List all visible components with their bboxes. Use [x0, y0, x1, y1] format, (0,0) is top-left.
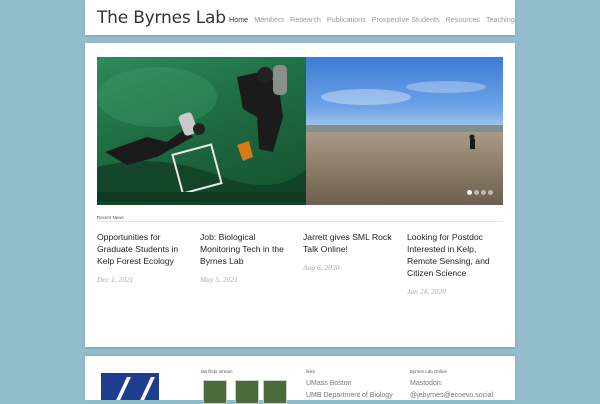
site-title[interactable]: The Byrnes Lab	[97, 8, 226, 28]
nav-resources[interactable]: Resources	[446, 15, 480, 24]
post-date: Jan 24, 2020	[407, 287, 446, 296]
nav-members[interactable]: Members	[254, 15, 284, 24]
image-slider[interactable]	[97, 57, 503, 205]
main-content: Recent News Opportunities for Graduate S…	[85, 43, 515, 347]
divers-illustration	[97, 65, 306, 205]
post-date: Dec 1, 2021	[97, 275, 134, 284]
umass-logo[interactable]	[101, 373, 159, 400]
site-footer: lab flickr stream links UMass Boston UMB…	[85, 356, 515, 404]
links-heading: links	[306, 369, 316, 374]
news-post: Job: Biological Monitoring Tech in the B…	[200, 231, 296, 284]
post-date: Aug 6, 2020	[303, 263, 340, 272]
post-title[interactable]: Looking for Postdoc Interested in Kelp, …	[407, 231, 503, 279]
post-title[interactable]: Job: Biological Monitoring Tech in the B…	[200, 231, 296, 267]
slider-dot[interactable]	[467, 190, 472, 195]
beach-photo	[306, 57, 503, 205]
news-post: Opportunities for Graduate Students in K…	[97, 231, 193, 284]
flickr-thumbnail[interactable]	[203, 380, 227, 404]
slider-dots	[467, 190, 493, 195]
link-umb-biology[interactable]: UMB Department of Biology	[306, 392, 393, 399]
news-post: Looking for Postdoc Interested in Kelp, …	[407, 231, 503, 296]
site-header: The Byrnes Lab Home Members Research Pub…	[85, 0, 515, 35]
flickr-thumbnail[interactable]	[235, 380, 259, 404]
recent-news-label: Recent News	[97, 215, 124, 220]
post-title[interactable]: Jarrett gives SML Rock Talk Online!	[303, 231, 399, 255]
online-heading: Byrnes Lab Online	[410, 369, 448, 374]
nav-publications[interactable]: Publications	[327, 15, 366, 24]
main-nav: Home Members Research Publications Prosp…	[229, 15, 521, 24]
nav-research[interactable]: Research	[290, 15, 321, 24]
mastodon-label: Mastodon:	[410, 380, 443, 387]
slider-dot[interactable]	[488, 190, 493, 195]
nav-home[interactable]: Home	[229, 15, 248, 24]
nav-teaching[interactable]: Teaching	[486, 15, 515, 24]
divider	[97, 221, 503, 222]
nav-prospective-students[interactable]: Prospective Students	[372, 15, 440, 24]
slider-dot[interactable]	[474, 190, 479, 195]
flickr-heading: lab flickr stream	[201, 369, 233, 374]
link-umass-boston[interactable]: UMass Boston	[306, 380, 352, 387]
beach-details	[321, 81, 486, 149]
post-title[interactable]: Opportunities for Graduate Students in K…	[97, 231, 193, 267]
mastodon-link[interactable]: @jebyrnes@ecoevo.social	[410, 392, 493, 399]
news-post: Jarrett gives SML Rock Talk Online! Aug …	[303, 231, 399, 272]
post-date: May 5, 2021	[200, 275, 238, 284]
slider-dot[interactable]	[481, 190, 486, 195]
diver-photo	[97, 57, 306, 205]
flickr-thumbnail[interactable]	[263, 380, 287, 404]
